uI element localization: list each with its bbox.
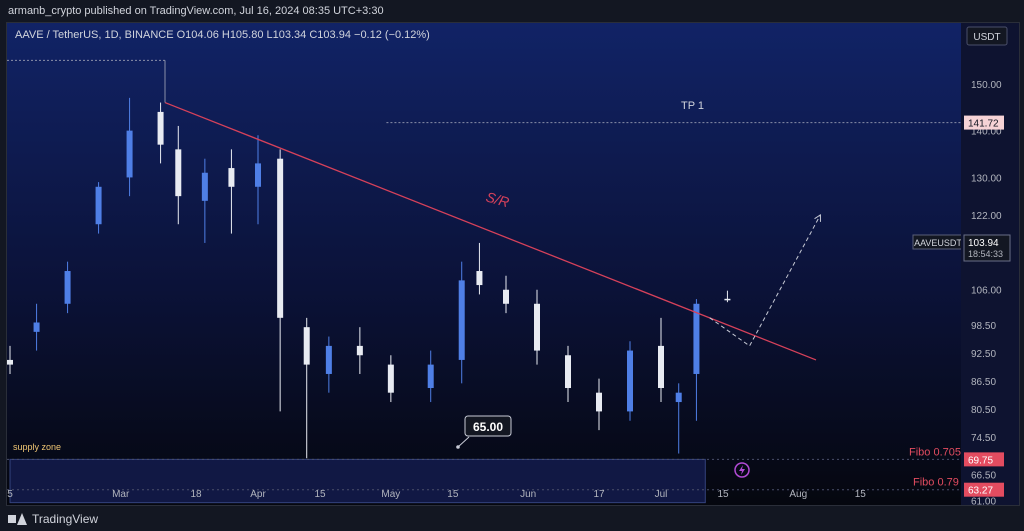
fibo-705-price-text: 69.75 — [968, 455, 993, 466]
footer-bar: TradingView — [0, 506, 1024, 531]
candle-body — [627, 350, 633, 412]
fibo-705-label: Fibo 0.705 — [909, 446, 961, 458]
date-tick-label: 17 — [593, 489, 605, 500]
candle-body — [387, 364, 394, 393]
legend-high: H105.80 — [222, 29, 264, 41]
candle-body — [565, 355, 571, 389]
candle-body — [724, 298, 731, 301]
price-tick-label: 61.00 — [971, 496, 996, 505]
price-tick-label: 86.50 — [971, 377, 996, 388]
date-tick-label: Jun — [520, 489, 536, 500]
candle-body — [596, 392, 602, 412]
candle-body — [675, 392, 682, 403]
brand-text: TradingView — [32, 511, 99, 526]
fibo-79-label: Fibo 0.79 — [913, 477, 959, 489]
date-tick-label: Mar — [112, 489, 130, 500]
candle-body — [503, 289, 509, 304]
candle-body — [157, 111, 164, 145]
candle-body — [356, 345, 363, 356]
candle-body — [303, 327, 310, 365]
legend-symbol: AAVE / TetherUS, 1D, BINANCE — [15, 29, 174, 41]
tradingview-snapshot: armanb_crypto published on TradingView.c… — [0, 0, 1024, 531]
tradingview-logo[interactable]: TradingView — [8, 512, 98, 526]
candle-body — [277, 158, 284, 318]
publisher-bar: armanb_crypto published on TradingView.c… — [0, 0, 1024, 22]
date-tick-label: 5 — [7, 489, 13, 500]
chart-background — [7, 23, 1019, 505]
price-tick-label: 130.00 — [971, 173, 1002, 184]
candle-body — [126, 130, 133, 178]
price-tick-label: 98.50 — [971, 321, 996, 332]
fibo-79-price-text: 63.27 — [968, 486, 993, 497]
tradingview-logo-icon — [8, 512, 27, 525]
price-chart[interactable]: AAVE / TetherUS, 1D, BINANCE O104.06 H10… — [7, 23, 1019, 505]
countdown-text: 18:54:33 — [968, 249, 1003, 259]
legend-close: C103.94 — [309, 29, 351, 41]
candle-body — [255, 163, 261, 187]
price-tick-label: 66.50 — [971, 471, 996, 482]
candle-body — [33, 322, 40, 332]
date-tick-label: May — [381, 489, 400, 500]
date-tick-label: Apr — [250, 489, 266, 500]
price-tick-label: 150.00 — [971, 80, 1002, 91]
publisher-text: armanb_crypto published on TradingView.c… — [8, 5, 384, 17]
date-tick-label: Aug — [789, 489, 807, 500]
callout-value: 65.00 — [473, 420, 503, 434]
legend-open: O104.06 — [177, 29, 219, 41]
candle-body — [476, 271, 483, 286]
callout-anchor — [456, 445, 460, 449]
ohlc-legend: AAVE / TetherUS, 1D, BINANCE O104.06 H10… — [15, 29, 430, 41]
price-tick-label: 92.50 — [971, 349, 996, 360]
currency-label: USDT — [973, 32, 1000, 43]
candle-body — [534, 303, 540, 351]
legend-low: L103.34 — [267, 29, 307, 41]
candle-body — [201, 172, 208, 201]
candle-body — [175, 149, 182, 197]
date-tick-label: 18 — [190, 489, 202, 500]
tp-label: TP 1 — [681, 100, 704, 112]
date-tick-label: 15 — [717, 489, 729, 500]
candle-body — [7, 359, 13, 365]
tp-price-text: 141.72 — [968, 119, 999, 130]
candle-body — [325, 345, 332, 374]
symbol-tag-text: AAVEUSDT — [914, 238, 962, 248]
supply-zone-label: supply zone — [13, 442, 61, 452]
candle-body — [427, 364, 434, 389]
candle-body — [658, 345, 664, 389]
price-tick-label: 74.50 — [971, 433, 996, 444]
candle-body — [64, 271, 71, 304]
price-tick-label: 80.50 — [971, 405, 996, 416]
current-price-text: 103.94 — [968, 238, 999, 249]
date-tick-label: 15 — [855, 489, 867, 500]
date-tick-label: Jul — [655, 489, 668, 500]
candle-body — [458, 280, 465, 360]
candle-body — [693, 303, 700, 374]
legend-change: −0.12 (−0.12%) — [354, 29, 430, 41]
candle-body — [228, 168, 235, 187]
date-tick-label: 15 — [314, 489, 326, 500]
candle-body — [95, 186, 102, 225]
price-tick-label: 122.00 — [971, 211, 1002, 222]
chart-frame[interactable]: AAVE / TetherUS, 1D, BINANCE O104.06 H10… — [6, 22, 1020, 506]
date-tick-label: 15 — [447, 489, 459, 500]
price-tick-label: 106.00 — [971, 286, 1002, 297]
